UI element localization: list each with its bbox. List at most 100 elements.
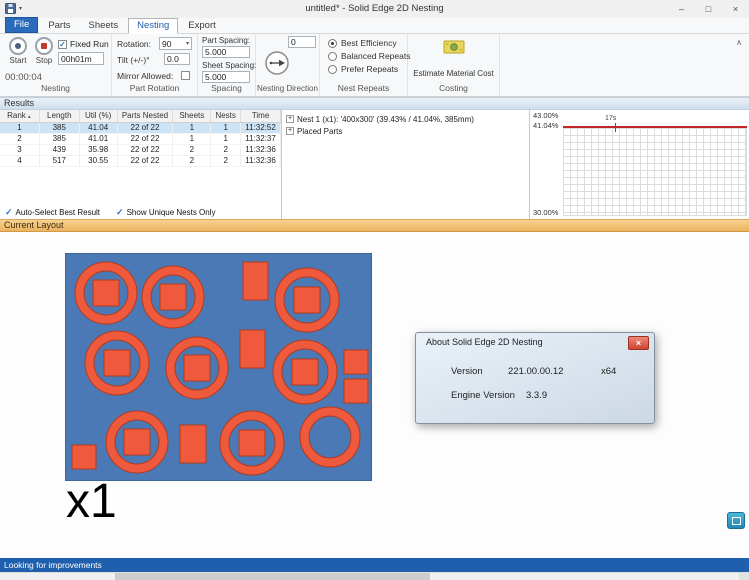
checkbox-checked-icon: ✓ <box>116 207 124 218</box>
table-cell: 2 <box>211 145 241 156</box>
nested-part-rect[interactable] <box>243 262 268 300</box>
utilization-chart: 43.00% 41.04% 30.00% 17s <box>531 110 749 219</box>
nested-part-square[interactable] <box>239 430 265 456</box>
table-cell: 439 <box>40 145 80 156</box>
tree-expand-icon[interactable]: + <box>286 127 294 135</box>
material-cost-icon <box>443 39 465 55</box>
scrollbar-thumb[interactable] <box>115 573 430 580</box>
table-row[interactable]: 4 517 30.55 22 of 22 2 2 11:32:36 <box>0 156 281 167</box>
layout-canvas[interactable]: x1 About Solid Edge 2D Nesting × Version… <box>0 232 749 558</box>
tree-item-nest-1[interactable]: + Nest 1 (x1): '400x300' (39.43% / 41.04… <box>286 113 529 125</box>
column-header-rank[interactable]: Rank▲ <box>0 110 40 122</box>
nested-part-square[interactable] <box>184 355 210 381</box>
start-button[interactable]: Start <box>6 37 30 65</box>
ytick-current: 41.04% <box>533 121 558 130</box>
results-options: ✓ Auto-Select Best Result ✓ Show Unique … <box>0 205 282 219</box>
sheet-spacing-field[interactable] <box>202 71 250 83</box>
stop-button[interactable]: Stop <box>32 37 56 65</box>
nested-part-square[interactable] <box>292 359 318 385</box>
nested-part-square[interactable] <box>124 429 150 455</box>
table-cell: 22 of 22 <box>118 145 174 156</box>
table-cell: 385 <box>40 134 80 145</box>
table-row[interactable]: 3 439 35.98 22 of 22 2 2 11:32:36 <box>0 145 281 156</box>
estimate-material-cost-button[interactable]: Estimate Material Cost <box>408 39 499 55</box>
save-icon[interactable] <box>5 3 16 14</box>
nested-part-square[interactable] <box>93 280 119 306</box>
minimize-button[interactable]: – <box>668 0 695 18</box>
column-header-parts-nested[interactable]: Parts Nested <box>118 110 174 122</box>
chart-grid <box>563 128 747 216</box>
maximize-button[interactable]: □ <box>695 0 722 18</box>
table-cell: 1 <box>0 123 40 134</box>
tab-parts[interactable]: Parts <box>40 18 78 33</box>
radio-balanced-repeats[interactable]: Balanced Repeats <box>328 51 410 61</box>
tab-sheets[interactable]: Sheets <box>81 18 127 33</box>
table-cell: 30.55 <box>80 156 118 167</box>
column-header-util[interactable]: Util (%) <box>80 110 118 122</box>
nesting-direction-icon[interactable] <box>264 50 290 76</box>
radio-prefer-repeats[interactable]: Prefer Repeats <box>328 64 398 74</box>
about-dialog-title: About Solid Edge 2D Nesting <box>426 337 543 347</box>
fixed-run-checkbox[interactable]: ✓ Fixed Run <box>58 39 109 49</box>
version-value: 221.00.00.12 <box>508 366 563 377</box>
solid-edge-2d-nesting-window: ▾ untitled* - Solid Edge 2D Nesting – □ … <box>0 0 749 580</box>
ring-hole <box>309 416 351 458</box>
stop-icon <box>35 37 53 55</box>
column-header-time[interactable]: Time <box>241 110 281 122</box>
nested-part-rect[interactable] <box>180 425 206 463</box>
fixed-run-time-field[interactable] <box>58 52 104 65</box>
about-dialog: About Solid Edge 2D Nesting × Version 22… <box>415 332 655 424</box>
nested-part-square[interactable] <box>104 350 130 376</box>
table-cell: 41.01 <box>80 134 118 145</box>
table-cell: 1 <box>173 134 211 145</box>
nested-part-rect[interactable] <box>240 330 265 368</box>
table-cell: 35.98 <box>80 145 118 156</box>
tab-export[interactable]: Export <box>180 18 223 33</box>
part-spacing-field[interactable] <box>202 46 250 58</box>
table-cell: 22 of 22 <box>118 156 174 167</box>
horizontal-scrollbar[interactable] <box>0 572 749 580</box>
tree-expand-icon[interactable]: + <box>286 115 294 123</box>
results-table: Rank▲ Length Util (%) Parts Nested Sheet… <box>0 110 282 219</box>
radio-icon <box>328 65 337 74</box>
table-row[interactable]: 2 385 41.01 22 of 22 1 1 11:32:37 <box>0 134 281 145</box>
show-unique-nests-checkbox[interactable]: ✓ Show Unique Nests Only <box>116 207 215 218</box>
qat-dropdown-icon[interactable]: ▾ <box>19 5 22 12</box>
sort-ascending-icon: ▲ <box>27 114 32 120</box>
column-header-length[interactable]: Length <box>40 110 80 122</box>
scrollbar-end-box <box>739 573 749 580</box>
window-title: untitled* - Solid Edge 2D Nesting <box>0 0 749 18</box>
table-cell: 11:32:37 <box>241 134 281 145</box>
nested-part-rect[interactable] <box>344 379 368 403</box>
table-row[interactable]: 1 385 41.04 22 of 22 1 1 11:32:52 <box>0 123 281 134</box>
tree-item-placed-parts[interactable]: + Placed Parts <box>286 125 529 137</box>
close-button[interactable]: × <box>722 0 749 18</box>
radio-selected-icon <box>328 39 337 48</box>
table-cell: 41.04 <box>80 123 118 134</box>
mirror-allowed-checkbox[interactable] <box>181 71 190 80</box>
chart-marker-tick <box>615 123 616 132</box>
tilt-field[interactable] <box>164 53 190 65</box>
column-header-sheets[interactable]: Sheets <box>173 110 211 122</box>
fixed-run-label: Fixed Run <box>70 39 109 49</box>
auto-select-best-result-checkbox[interactable]: ✓ Auto-Select Best Result <box>5 207 100 218</box>
about-close-button[interactable]: × <box>628 336 649 350</box>
nested-part-rect[interactable] <box>344 350 368 374</box>
collapse-ribbon-icon[interactable]: ∧ <box>736 38 742 47</box>
table-cell: 11:32:52 <box>241 123 281 134</box>
radio-best-efficiency[interactable]: Best Efficiency <box>328 38 397 48</box>
window-controls: – □ × <box>668 0 749 18</box>
nesting-direction-angle-field[interactable] <box>288 36 316 48</box>
table-cell: 1 <box>173 123 211 134</box>
nested-part-square[interactable] <box>160 284 186 310</box>
table-cell: 4 <box>0 156 40 167</box>
table-cell: 2 <box>0 134 40 145</box>
column-header-nests[interactable]: Nests <box>211 110 241 122</box>
tab-nesting[interactable]: Nesting <box>128 18 178 34</box>
nested-part-square[interactable] <box>294 287 320 313</box>
tab-file[interactable]: File <box>5 17 38 33</box>
nested-part-rect[interactable] <box>72 445 96 469</box>
engine-version-value: 3.3.9 <box>526 390 547 401</box>
fit-view-button[interactable] <box>727 512 745 529</box>
rotation-dropdown[interactable]: 90 ▾ <box>159 37 192 50</box>
